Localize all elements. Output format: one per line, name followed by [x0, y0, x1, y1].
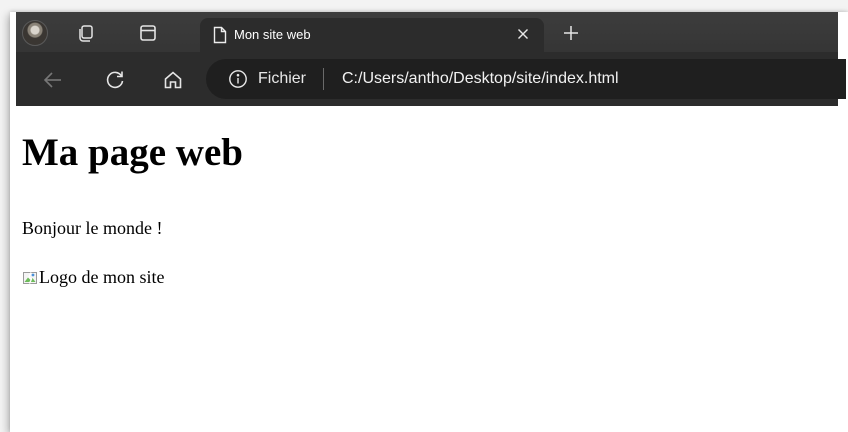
url-text[interactable]: C:/Users/antho/Desktop/site/index.html	[342, 70, 619, 88]
broken-image: Logo de mon site	[22, 267, 164, 288]
navigation-toolbar: Fichier C:/Users/antho/Desktop/site/inde…	[16, 52, 846, 107]
refresh-icon[interactable]	[100, 65, 130, 95]
tab-strip: Mon site web	[16, 12, 838, 52]
page-icon	[212, 26, 228, 49]
page-heading: Ma page web	[22, 131, 243, 174]
home-icon[interactable]	[158, 65, 188, 95]
tab-actions-icon[interactable]	[134, 19, 162, 47]
workspaces-icon[interactable]	[72, 19, 100, 47]
profile-avatar[interactable]	[22, 20, 48, 46]
page-content: Ma page web Bonjour le monde ! Logo de m…	[16, 106, 838, 420]
image-alt-text: Logo de mon site	[39, 267, 165, 287]
address-separator	[323, 68, 324, 90]
page-paragraph: Bonjour le monde !	[22, 218, 163, 238]
tab-close-button[interactable]	[512, 23, 534, 45]
tab-title: Mon site web	[234, 27, 311, 42]
info-icon[interactable]	[228, 69, 248, 89]
address-bar[interactable]: Fichier C:/Users/antho/Desktop/site/inde…	[206, 59, 846, 99]
back-arrow-icon[interactable]	[38, 65, 68, 95]
screenshot: Mon site web Fichier C:/Users/antho/Desk…	[0, 0, 848, 432]
broken-image-icon	[23, 271, 37, 284]
new-tab-button[interactable]	[558, 20, 584, 46]
tab-active[interactable]: Mon site web	[200, 18, 544, 52]
site-info-label[interactable]: Fichier	[258, 70, 306, 88]
